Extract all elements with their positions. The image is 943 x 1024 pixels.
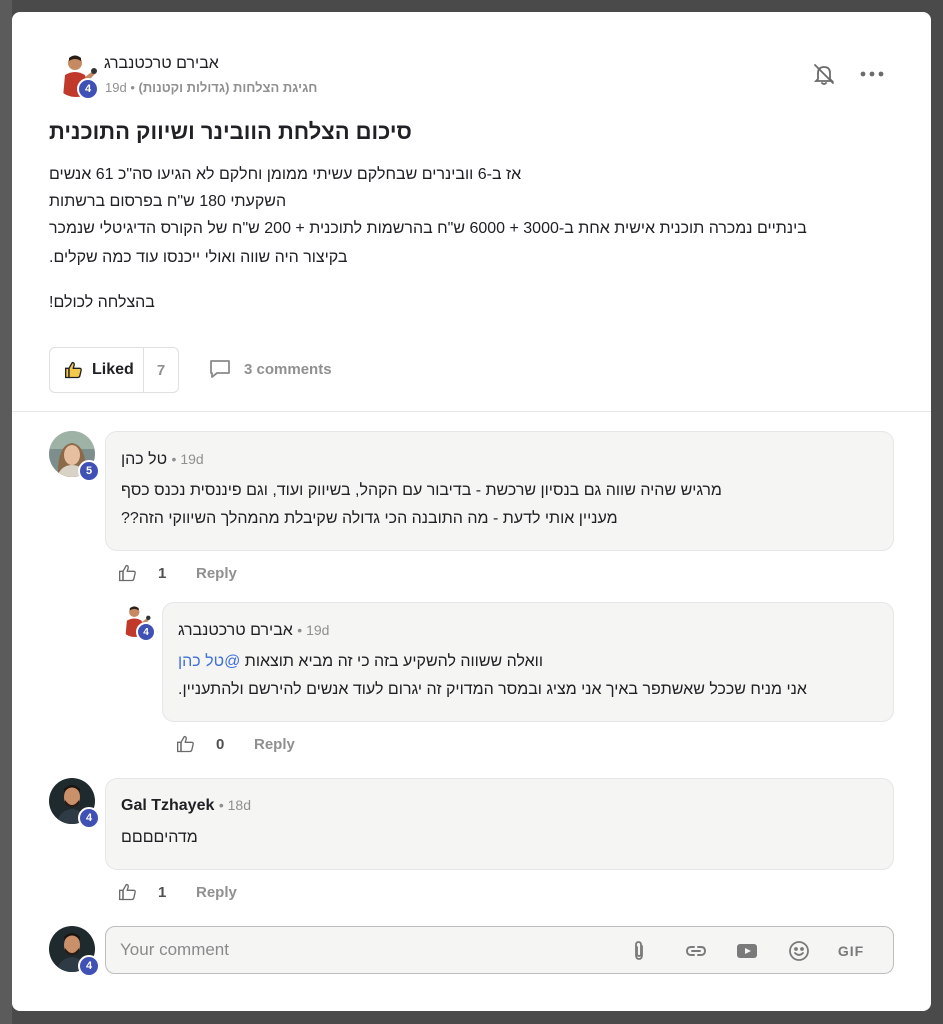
- comment-text-line: מדהיםםםם: [121, 829, 198, 846]
- comment-text-line: מרגיש שהיה שווה גם בנסיון שרכשת - בדיבור…: [121, 482, 722, 499]
- thumbs-up-filled-icon: [65, 361, 82, 379]
- background-page: [0, 0, 12, 1024]
- level-badge: 4: [78, 955, 100, 977]
- attachment-icon[interactable]: [627, 939, 651, 963]
- thumbs-up-icon[interactable]: [176, 734, 196, 754]
- comment-actions: 1 Reply: [118, 882, 237, 902]
- like-count[interactable]: 7: [144, 362, 178, 379]
- gif-icon[interactable]: GIF: [834, 939, 868, 963]
- like-button-main[interactable]: Liked: [50, 348, 144, 392]
- reply-button[interactable]: Reply: [196, 884, 237, 901]
- comment-header: אבירם טרכטנברג • 19d: [178, 622, 330, 639]
- more-options-icon[interactable]: [858, 62, 886, 86]
- post-body-line: בהצלחה לכולם!: [49, 294, 155, 311]
- mention-link[interactable]: @טל כהן: [178, 653, 240, 670]
- comment-bubble: [105, 778, 894, 870]
- post-body-line: אז ב-6 וובינרים שבחלקם עשיתי ממומן וחלקם…: [49, 166, 522, 183]
- commenter-name[interactable]: Gal Tzhayek: [121, 797, 214, 814]
- comment-header: Gal Tzhayek • 18d: [121, 797, 251, 814]
- comment-like-count: 0: [216, 735, 225, 753]
- comment-time: 19d: [306, 622, 330, 638]
- like-button[interactable]: Liked 7: [49, 347, 179, 393]
- level-badge: 4: [136, 622, 156, 642]
- post-title-text: סיכום הצלחת הוובינר ושיווק התוכנית: [49, 119, 412, 144]
- post-category[interactable]: חגיגת הצלחות (גדולות וקטנות): [139, 80, 318, 95]
- post-author-name[interactable]: אבירם טרכטנברג: [104, 55, 219, 73]
- thumbs-up-icon[interactable]: [118, 563, 138, 583]
- level-badge: 4: [77, 78, 99, 100]
- comment-input[interactable]: [120, 927, 620, 973]
- comment-composer: GIF: [105, 926, 894, 974]
- thumbs-up-icon[interactable]: [118, 882, 138, 902]
- comment-text-line: אני מניח שככל שאשתפר באיך אני מציג ובמסר…: [178, 681, 807, 698]
- video-icon[interactable]: [735, 939, 759, 963]
- comment-actions: 1 Reply: [118, 563, 237, 583]
- post-modal: 4 אבירם טרכטנברג 19d • חגיגת הצלחות (גדו…: [12, 12, 931, 1011]
- emoji-icon[interactable]: [787, 939, 811, 963]
- link-icon[interactable]: [684, 939, 708, 963]
- meta-separator: •: [130, 80, 139, 95]
- notification-bell-off-icon[interactable]: [812, 62, 836, 86]
- post-body-line: בינתיים נמכרה תוכנית אישית אחת ב-3000 + …: [49, 220, 807, 237]
- post-body-line: השקעתי 180 ש"ח בפרסום ברשתות: [49, 193, 287, 210]
- like-label: Liked: [92, 361, 134, 378]
- comment-text: וואלה ששווה להשקיע בזה כי זה מביא תוצאות: [244, 653, 543, 670]
- comment-like-count: 1: [158, 883, 167, 901]
- section-divider: [12, 411, 931, 412]
- comment-text-line: וואלה ששווה להשקיע בזה כי זה מביא תוצאות…: [178, 653, 543, 671]
- reply-button[interactable]: Reply: [196, 565, 237, 582]
- commenter-name[interactable]: טל כהן: [121, 451, 167, 468]
- comment-text-line: מעניין אותי לדעת - מה התובנה הכי גדולה ש…: [121, 510, 618, 527]
- comments-count-label: 3 comments: [244, 360, 332, 378]
- post-title: סיכום הצלחת הוובינר ושיווק התוכנית: [49, 119, 412, 145]
- comment-actions: 0 Reply: [176, 734, 295, 754]
- post-meta: 19d • חגיגת הצלחות (גדולות וקטנות): [105, 80, 317, 95]
- post-time: 19d: [105, 80, 127, 95]
- comment-header: טל כהן • 19d: [121, 451, 204, 468]
- comment-like-count: 1: [158, 564, 167, 582]
- post-body-line: בקיצור היה שווה ואולי ייכנסו עוד כמה שקל…: [49, 249, 348, 266]
- commenter-name[interactable]: אבירם טרכטנברג: [178, 622, 293, 639]
- comment-time: 18d: [227, 797, 251, 813]
- comment-icon: [210, 360, 230, 378]
- comment-time: 19d: [180, 451, 204, 467]
- reply-button[interactable]: Reply: [254, 736, 295, 753]
- level-badge: 5: [78, 460, 100, 482]
- level-badge: 4: [78, 807, 100, 829]
- comments-button[interactable]: 3 comments: [208, 358, 332, 380]
